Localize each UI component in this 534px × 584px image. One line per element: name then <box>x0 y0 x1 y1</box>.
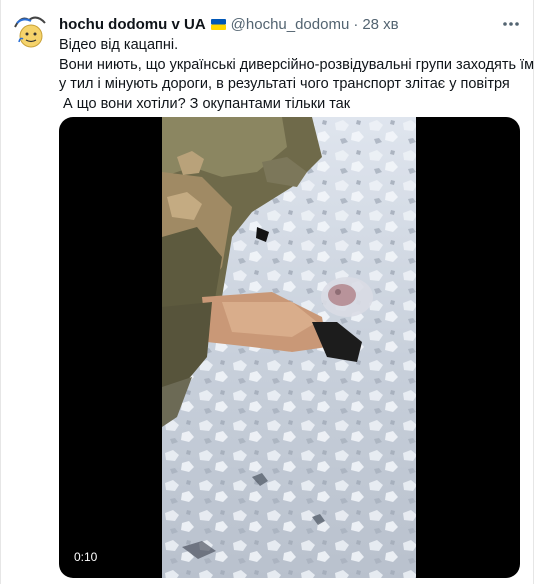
video-duration-badge: 0:10 <box>69 547 103 567</box>
ukraine-flag-icon <box>210 16 227 33</box>
tweet-text-line: А що вони хотіли? З окупантами тільки та… <box>59 95 351 112</box>
tweet-text-line: Вони ниють, що українські диверсійно-роз… <box>59 56 534 73</box>
avatar[interactable] <box>11 11 51 51</box>
video-player[interactable]: 0:10 <box>59 117 520 578</box>
more-options-button[interactable] <box>499 12 523 36</box>
avatar-face-icon <box>11 11 51 51</box>
tweet-text-line: Відео від кацапні. <box>59 37 179 53</box>
user-handle[interactable]: @hochu_dodomu <box>231 16 350 33</box>
tweet-card[interactable]: hochu dodomu v UA @hochu_dodomu · 28 хв … <box>0 0 534 584</box>
timestamp[interactable]: 28 хв <box>362 16 398 33</box>
more-options-icon <box>503 22 519 26</box>
video-frame <box>162 117 416 578</box>
tweet-text-line: у тил і мінують дороги, в результаті чог… <box>59 76 510 92</box>
display-name[interactable]: hochu dodomu v UA <box>59 16 206 33</box>
tweet-header: hochu dodomu v UA @hochu_dodomu · 28 хв <box>59 14 399 34</box>
tweet-text: Відео від кацапні. Вони ниють, що україн… <box>59 36 534 114</box>
separator-dot: · <box>353 15 359 33</box>
